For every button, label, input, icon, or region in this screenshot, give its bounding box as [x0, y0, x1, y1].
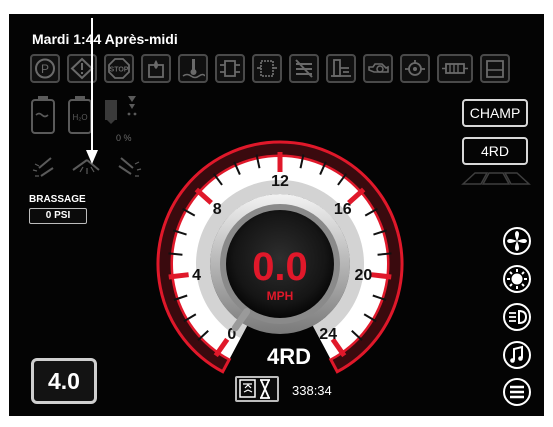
fan-icon[interactable]	[502, 226, 532, 256]
parking-brake-icon: P	[30, 54, 60, 83]
coolant-temp-icon	[178, 54, 208, 83]
stop-icon: STOP	[104, 54, 134, 83]
field-button[interactable]: CHAMP	[462, 99, 528, 127]
tank-percent: 0 %	[116, 133, 132, 143]
agitation-pressure[interactable]: 0 PSI	[29, 208, 87, 224]
headlight-icon[interactable]	[502, 302, 532, 332]
speed-unit: MPH	[267, 289, 294, 303]
light-icon[interactable]	[502, 264, 532, 294]
steering-indicator-icon	[461, 172, 531, 185]
scale-label-20: 20	[355, 267, 373, 284]
fuel-water-icon	[141, 54, 171, 83]
left-boom-spray-icon	[32, 157, 54, 177]
major-tick	[371, 272, 392, 280]
transmission-icon	[215, 54, 245, 83]
spray-timer-icon	[239, 379, 270, 399]
filter-icon	[252, 54, 282, 83]
major-tick	[168, 272, 189, 280]
rate-display[interactable]: 4.0	[31, 358, 97, 404]
regen-inhibit-icon	[289, 54, 319, 83]
fuel-tank-icon	[480, 54, 510, 83]
scale-label-8: 8	[213, 201, 222, 218]
speedometer: 0 4 8 12 16 20 24 0.0 MPH	[156, 140, 404, 374]
svg-text:STOP: STOP	[110, 67, 129, 74]
minor-tick	[168, 252, 183, 256]
speed-value: 0.0	[252, 245, 308, 289]
engine-alert-icon	[400, 54, 430, 83]
foam-marker-icon	[127, 96, 137, 116]
drive-mode-label: 4RD	[266, 344, 311, 369]
scale-label-16: 16	[334, 201, 352, 218]
agitation-label: BRASSAGE	[29, 194, 86, 205]
svg-text:P: P	[41, 62, 49, 76]
scale-label-24: 24	[319, 326, 337, 343]
chemical-inductor-icon	[105, 100, 117, 124]
scale-label-12: 12	[271, 173, 289, 190]
fuel-filter-icon	[437, 54, 473, 83]
date-time: Mardi 1:44 Après-midi	[32, 31, 178, 47]
menu-icon[interactable]	[502, 377, 532, 407]
callout-arrow	[86, 18, 98, 164]
scale-label-4: 4	[192, 267, 201, 284]
spray-timer-button[interactable]	[235, 376, 279, 402]
music-icon[interactable]	[502, 340, 532, 370]
engine-oil-icon	[363, 54, 393, 83]
hydraulic-oil-icon	[326, 54, 356, 83]
right-boom-spray-icon	[118, 157, 142, 177]
minor-tick	[377, 252, 392, 256]
steering-mode-button[interactable]: 4RD	[462, 137, 528, 165]
engine-hours: 338:34	[292, 383, 332, 398]
rinse-tank-icon	[31, 96, 55, 134]
